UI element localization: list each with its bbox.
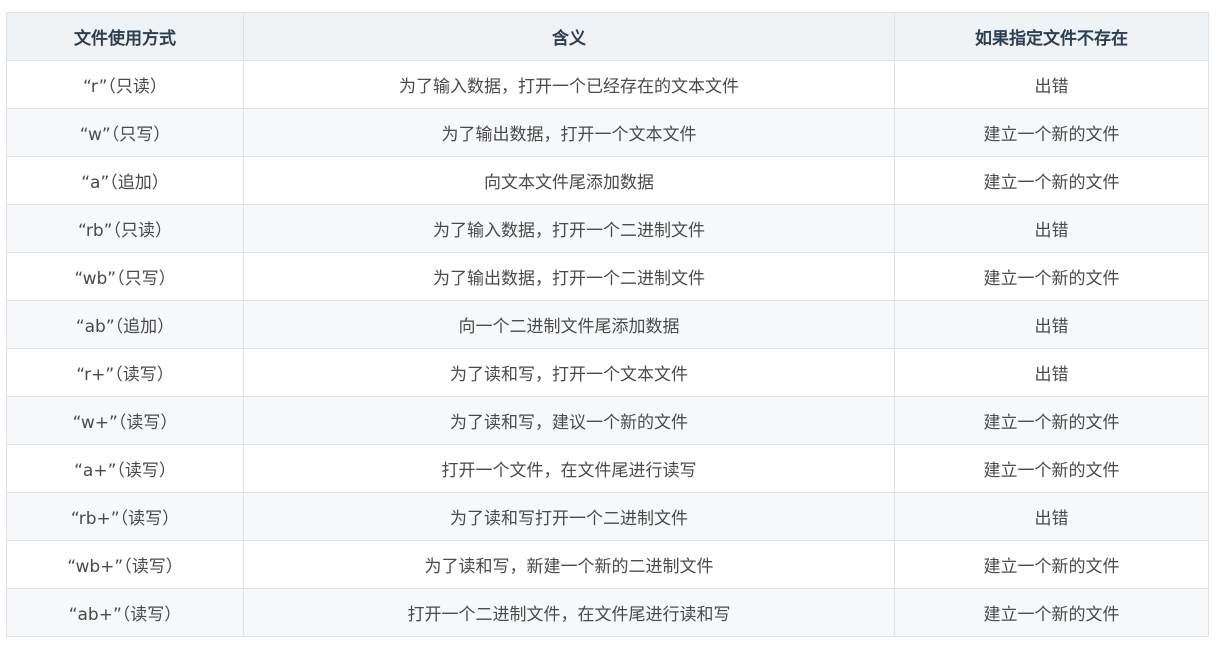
table-row: “a+”（读写） 打开一个文件，在文件尾进行读写 建立一个新的文件 — [6, 444, 1209, 493]
file-mode-table: 文件使用方式 含义 如果指定文件不存在 “r”（只读） 为了输入数据，打开一个已… — [6, 12, 1209, 637]
header-meaning: 含义 — [243, 12, 895, 61]
table-row: “rb+”（读写） 为了读和写打开一个二进制文件 出错 — [6, 492, 1209, 541]
cell-meaning: 为了输入数据，打开一个二进制文件 — [243, 204, 895, 253]
table-row: “a”（追加） 向文本文件尾添加数据 建立一个新的文件 — [6, 156, 1209, 205]
cell-mode: “wb+”（读写） — [6, 540, 244, 589]
cell-if-missing: 建立一个新的文件 — [894, 396, 1209, 445]
cell-if-missing: 出错 — [894, 300, 1209, 349]
table-row: “ab”（追加） 向一个二进制文件尾添加数据 出错 — [6, 300, 1209, 349]
cell-mode: “rb”（只读） — [6, 204, 244, 253]
cell-if-missing: 建立一个新的文件 — [894, 252, 1209, 301]
cell-meaning: 为了读和写，建议一个新的文件 — [243, 396, 895, 445]
cell-if-missing: 建立一个新的文件 — [894, 444, 1209, 493]
table-row: “w”（只写） 为了输出数据，打开一个文本文件 建立一个新的文件 — [6, 108, 1209, 157]
cell-meaning: 向一个二进制文件尾添加数据 — [243, 300, 895, 349]
cell-meaning: 为了输出数据，打开一个二进制文件 — [243, 252, 895, 301]
table-row: “wb”（只写） 为了输出数据，打开一个二进制文件 建立一个新的文件 — [6, 252, 1209, 301]
cell-mode: “r”（只读） — [6, 60, 244, 109]
table-row: “wb+”（读写） 为了读和写，新建一个新的二进制文件 建立一个新的文件 — [6, 540, 1209, 589]
table-row: “w+”（读写） 为了读和写，建议一个新的文件 建立一个新的文件 — [6, 396, 1209, 445]
cell-mode: “a”（追加） — [6, 156, 244, 205]
header-row: 文件使用方式 含义 如果指定文件不存在 — [6, 12, 1209, 61]
cell-meaning: 为了读和写打开一个二进制文件 — [243, 492, 895, 541]
cell-mode: “r+”（读写） — [6, 348, 244, 397]
cell-mode: “a+”（读写） — [6, 444, 244, 493]
cell-if-missing: 出错 — [894, 204, 1209, 253]
cell-mode: “wb”（只写） — [6, 252, 244, 301]
table-header: 文件使用方式 含义 如果指定文件不存在 — [6, 12, 1209, 61]
cell-meaning: 打开一个文件，在文件尾进行读写 — [243, 444, 895, 493]
cell-meaning: 打开一个二进制文件，在文件尾进行读和写 — [243, 588, 895, 637]
header-mode: 文件使用方式 — [6, 12, 244, 61]
cell-if-missing: 建立一个新的文件 — [894, 540, 1209, 589]
cell-if-missing: 出错 — [894, 492, 1209, 541]
cell-if-missing: 建立一个新的文件 — [894, 588, 1209, 637]
table-row: “r+”（读写） 为了读和写，打开一个文本文件 出错 — [6, 348, 1209, 397]
cell-mode: “w+”（读写） — [6, 396, 244, 445]
cell-meaning: 为了输出数据，打开一个文本文件 — [243, 108, 895, 157]
cell-if-missing: 建立一个新的文件 — [894, 108, 1209, 157]
cell-if-missing: 出错 — [894, 60, 1209, 109]
cell-if-missing: 建立一个新的文件 — [894, 156, 1209, 205]
cell-meaning: 为了读和写，新建一个新的二进制文件 — [243, 540, 895, 589]
table-row: “r”（只读） 为了输入数据，打开一个已经存在的文本文件 出错 — [6, 60, 1209, 109]
table-row: “ab+”（读写） 打开一个二进制文件，在文件尾进行读和写 建立一个新的文件 — [6, 588, 1209, 637]
table-row: “rb”（只读） 为了输入数据，打开一个二进制文件 出错 — [6, 204, 1209, 253]
table-container: 文件使用方式 含义 如果指定文件不存在 “r”（只读） 为了输入数据，打开一个已… — [6, 12, 1209, 637]
cell-meaning: 为了输入数据，打开一个已经存在的文本文件 — [243, 60, 895, 109]
cell-mode: “ab”（追加） — [6, 300, 244, 349]
cell-mode: “w”（只写） — [6, 108, 244, 157]
cell-mode: “ab+”（读写） — [6, 588, 244, 637]
cell-mode: “rb+”（读写） — [6, 492, 244, 541]
cell-meaning: 向文本文件尾添加数据 — [243, 156, 895, 205]
table-body: “r”（只读） 为了输入数据，打开一个已经存在的文本文件 出错 “w”（只写） … — [6, 60, 1209, 637]
cell-meaning: 为了读和写，打开一个文本文件 — [243, 348, 895, 397]
cell-if-missing: 出错 — [894, 348, 1209, 397]
header-if-missing: 如果指定文件不存在 — [894, 12, 1209, 61]
